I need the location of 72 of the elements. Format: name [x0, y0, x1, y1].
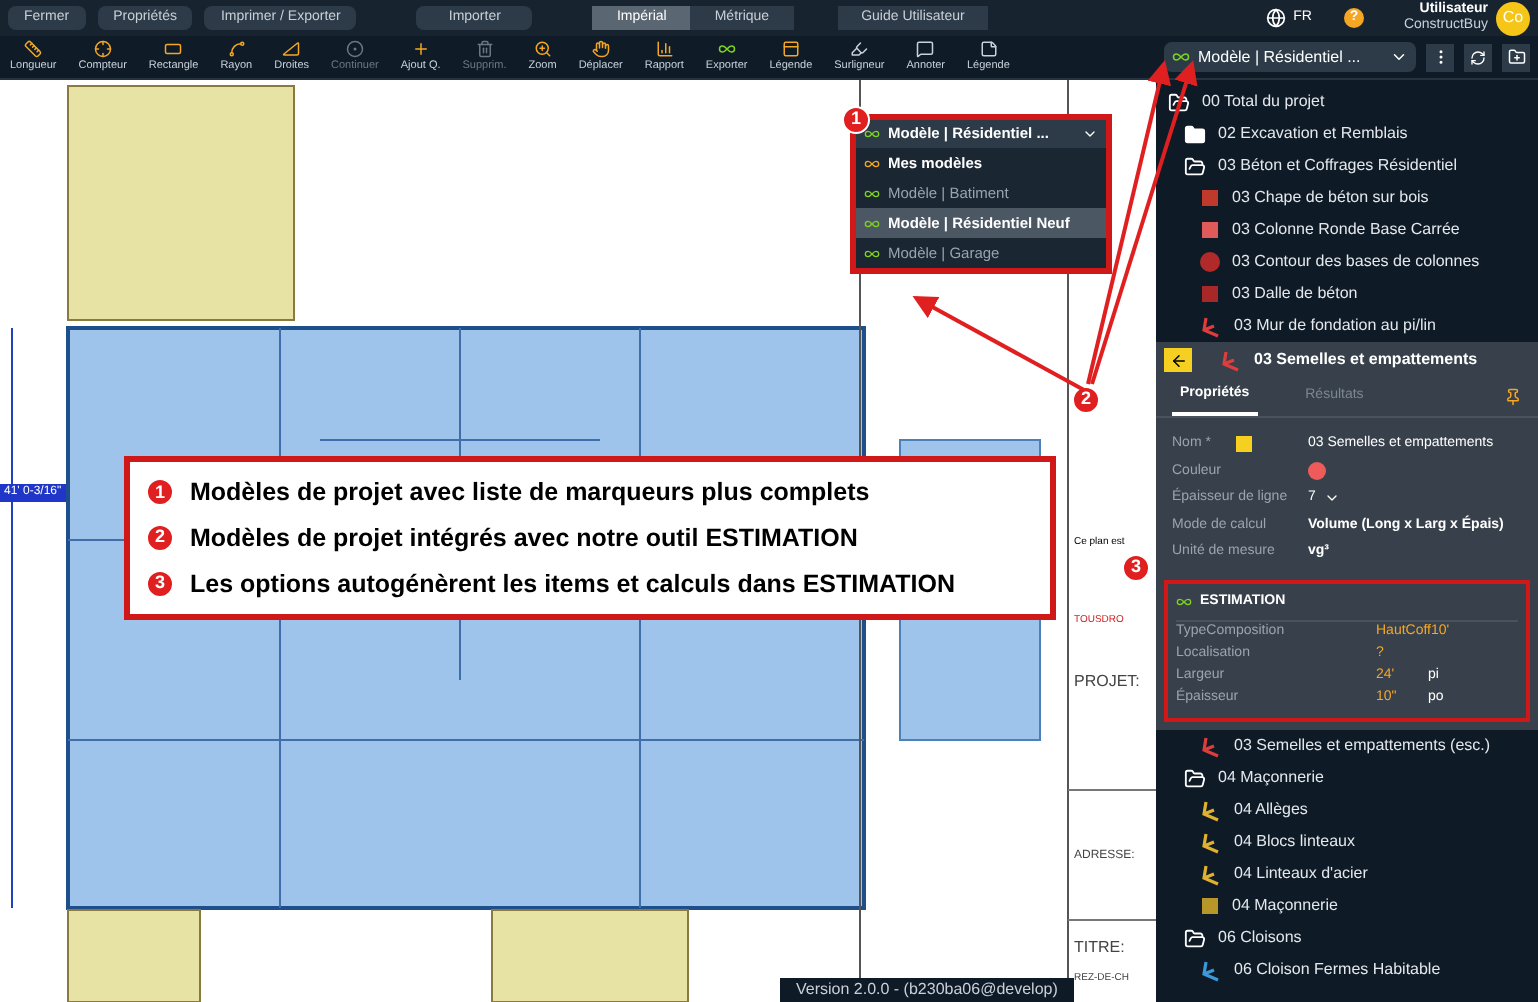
- tree-item[interactable]: 04 Maçonnerie: [1156, 762, 1538, 794]
- loops-icon: [717, 39, 736, 58]
- globe-icon[interactable]: [1265, 8, 1286, 28]
- tree-item[interactable]: 03 Semelles et empattements: [1156, 342, 1538, 378]
- polyline-icon: [1200, 959, 1222, 981]
- tree-item[interactable]: 06 Cloison Fermes Habitable: [1156, 954, 1538, 986]
- tree-item[interactable]: 03 Colonne Ronde Base Carrée: [1156, 214, 1538, 246]
- tree-item[interactable]: 04 Linteaux d'acier: [1156, 858, 1538, 890]
- comment-icon: [916, 39, 935, 58]
- loops-icon: [1176, 593, 1192, 610]
- tree-item[interactable]: 00 Total du projet: [1156, 86, 1538, 118]
- back-button[interactable]: [1164, 348, 1192, 372]
- add-folder-button[interactable]: [1502, 43, 1530, 71]
- edit-icon[interactable]: [1236, 436, 1252, 453]
- circle-dot-icon: [345, 39, 364, 58]
- tree-item[interactable]: 04 Blocs linteaux: [1156, 826, 1538, 858]
- folder-plus-icon: [1507, 48, 1525, 66]
- title-block-label: PROJET:: [1074, 670, 1140, 694]
- tree-item[interactable]: 03 Contour des bases de colonnes: [1156, 246, 1538, 278]
- triangle-icon: [282, 39, 301, 58]
- number-badge: 3: [146, 569, 174, 598]
- refresh-button[interactable]: [1464, 43, 1492, 71]
- polyline-icon: [1200, 863, 1222, 885]
- panel-icon: [781, 39, 800, 58]
- polyline-icon: [1200, 799, 1222, 821]
- folder-open-icon: [1184, 927, 1206, 949]
- more-button[interactable]: [1426, 43, 1454, 71]
- loops-icon: [1172, 48, 1190, 66]
- tree-item[interactable]: 03 Dalle de béton: [1156, 278, 1538, 310]
- title-block-label: TITRE:: [1074, 936, 1125, 960]
- refresh-icon: [1470, 49, 1486, 65]
- arc-icon: [227, 39, 246, 58]
- pin-icon[interactable]: [1504, 388, 1522, 406]
- rectangle-icon: [164, 39, 183, 58]
- zoom-icon: [533, 39, 552, 58]
- chevron-down-icon: [1082, 126, 1098, 142]
- plus-icon: [411, 39, 430, 58]
- tree-item[interactable]: 04 Maçonnerie: [1156, 890, 1538, 922]
- version-label: Version 2.0.0 - (b230ba06@develop): [780, 978, 1074, 1002]
- polyline-icon: [1200, 315, 1222, 337]
- number-badge: 1: [842, 106, 870, 134]
- tree-item[interactable]: 02 Excavation et Remblais: [1156, 118, 1538, 150]
- bar-chart-icon: [655, 39, 674, 58]
- callout-text: Les options autogénèrent les items et calculs dans ESTIMATION: [190, 567, 955, 602]
- model-select[interactable]: Modèle | Résidentiel ...: [1164, 42, 1416, 72]
- callout-text: Modèles de projet intégrés avec notre outil ESTIMATION: [190, 521, 858, 556]
- crosshair-icon: [93, 39, 112, 58]
- chevron-down-icon: [1390, 48, 1408, 66]
- polyline-icon: [1200, 735, 1222, 757]
- number-badge: 2: [1072, 386, 1100, 414]
- tree-item[interactable]: 04 Allèges: [1156, 794, 1538, 826]
- ruler-icon: [24, 39, 43, 58]
- highlighter-icon: [850, 39, 869, 58]
- number-badge: 2: [146, 524, 174, 553]
- note-icon: [979, 39, 998, 58]
- back-arrow-icon: [1169, 351, 1187, 369]
- tree-item[interactable]: 03 Béton et Coffrages Résidentiel: [1156, 150, 1538, 182]
- polyline-icon: [1220, 349, 1242, 371]
- folder-open-icon: [1184, 155, 1206, 177]
- polyline-icon: [1200, 831, 1222, 853]
- callout-text: Modèles de projet avec liste de marqueurs plus complets: [190, 476, 870, 510]
- tree-item[interactable]: 03 Semelles et empattements (esc.): [1156, 730, 1538, 762]
- folder-open-icon: [1184, 767, 1206, 789]
- folder-icon: [1184, 123, 1206, 145]
- hand-icon: [591, 39, 610, 58]
- number-badge: 1: [146, 478, 174, 507]
- tree-item[interactable]: 03 Chape de béton sur bois: [1156, 182, 1538, 214]
- trash-icon: [475, 39, 494, 58]
- number-badge: 3: [1122, 554, 1150, 582]
- tree-item[interactable]: 06 Cloisons: [1156, 922, 1538, 954]
- folder-open-icon: [1168, 91, 1190, 113]
- tree-item[interactable]: 03 Mur de fondation au pi/lin: [1156, 310, 1538, 342]
